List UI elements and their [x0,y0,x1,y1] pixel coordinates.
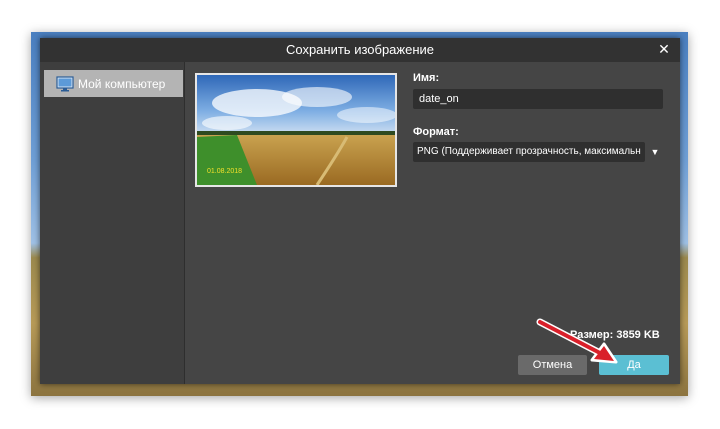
ok-button[interactable]: Да [599,355,669,375]
file-size-label: Размер: 3859 KB [570,329,660,341]
format-select[interactable]: PNG (Поддерживает прозрачность, максимал… [413,142,645,162]
sidebar-item-label: Мой компьютер [78,76,166,91]
name-input[interactable] [413,89,663,109]
cancel-button[interactable]: Отмена [518,355,587,375]
chevron-down-icon[interactable]: ▼ [649,146,661,158]
dialog-titlebar: Сохранить изображение ✕ [40,38,680,62]
sidebar-item-my-computer[interactable]: Мой компьютер [44,70,183,97]
name-label: Имя: [413,72,440,84]
monitor-icon [56,75,74,91]
image-preview: 01.08.2018 [195,73,397,187]
preview-date-stamp: 01.08.2018 [207,168,242,175]
dialog-title: Сохранить изображение [285,42,435,57]
close-icon[interactable]: ✕ [656,41,672,57]
save-image-dialog: Сохранить изображение ✕ Мой компьютер 01… [40,38,680,384]
sidebar: Мой компьютер [40,62,185,384]
format-label: Формат: [413,126,459,138]
